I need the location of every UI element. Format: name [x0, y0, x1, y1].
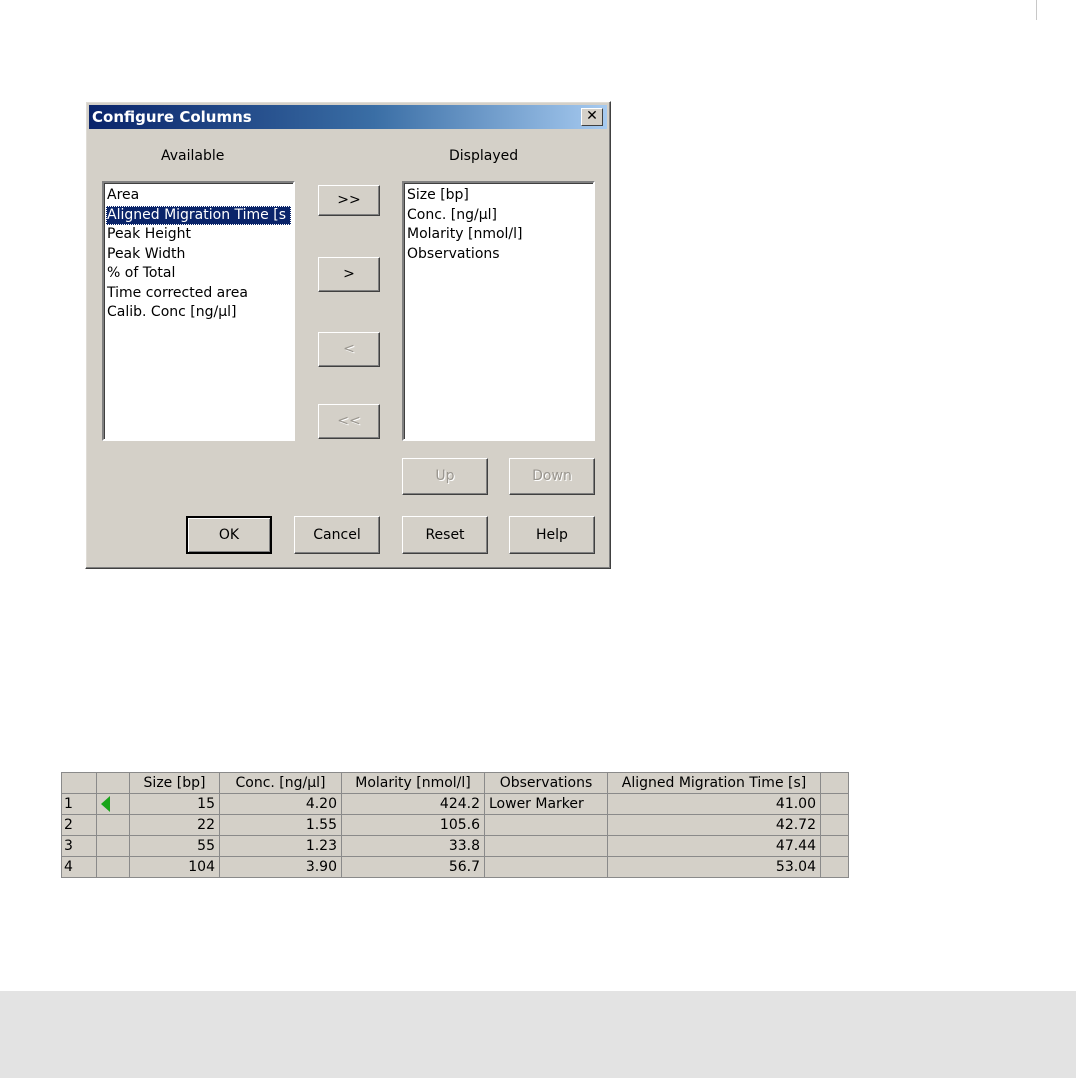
size-cell: 104: [129, 856, 220, 878]
displayed-item-observations[interactable]: Observations: [406, 245, 591, 265]
table-header-row: Size [bp] Conc. [ng/µl] Molarity [nmol/l…: [61, 772, 849, 794]
row-marker-cell: [96, 814, 130, 836]
available-item-peak-width[interactable]: Peak Width: [106, 245, 291, 265]
add-all-button[interactable]: >>: [318, 185, 380, 216]
available-item-peak-height[interactable]: Peak Height: [106, 225, 291, 245]
cancel-button[interactable]: Cancel: [294, 516, 380, 554]
molarity-cell: 56.7: [341, 856, 485, 878]
page-divider: [1036, 0, 1037, 20]
available-item-aligned-migration-time[interactable]: Aligned Migration Time [s: [106, 205, 291, 225]
size-cell: 22: [129, 814, 220, 836]
ok-button[interactable]: OK: [186, 516, 272, 554]
row-index[interactable]: 1: [61, 793, 97, 815]
conc-cell: 4.20: [219, 793, 342, 815]
row-marker-cell: [96, 793, 130, 815]
displayed-item-size[interactable]: Size [bp]: [406, 186, 591, 206]
displayed-item-molarity[interactable]: Molarity [nmol/l]: [406, 225, 591, 245]
close-icon[interactable]: ✕: [581, 108, 603, 126]
available-listbox[interactable]: Area Aligned Migration Time [s Peak Heig…: [102, 181, 295, 441]
table-row[interactable]: 1 15 4.20 424.2 Lower Marker 41.00: [61, 793, 849, 815]
filler-cell: [820, 835, 849, 857]
row-index[interactable]: 4: [61, 856, 97, 878]
row-marker-cell: [96, 835, 130, 857]
observations-cell: [484, 856, 608, 878]
size-cell: 15: [129, 793, 220, 815]
conc-cell: 1.55: [219, 814, 342, 836]
size-cell: 55: [129, 835, 220, 857]
column-header-marker[interactable]: [96, 772, 130, 794]
displayed-item-conc[interactable]: Conc. [ng/µl]: [406, 206, 591, 226]
help-button[interactable]: Help: [509, 516, 595, 554]
column-header-observations[interactable]: Observations: [484, 772, 608, 794]
reset-button[interactable]: Reset: [402, 516, 488, 554]
available-label: Available: [161, 148, 225, 164]
up-button[interactable]: Up: [402, 458, 488, 495]
column-header-aligned-migration-time[interactable]: Aligned Migration Time [s]: [607, 772, 821, 794]
conc-cell: 1.23: [219, 835, 342, 857]
conc-cell: 3.90: [219, 856, 342, 878]
column-header-filler: [820, 772, 849, 794]
displayed-label: Displayed: [449, 148, 519, 164]
available-item-area[interactable]: Area: [106, 186, 291, 206]
dialog-title: Configure Columns: [92, 108, 252, 126]
remove-all-button[interactable]: <<: [318, 404, 380, 439]
remove-button[interactable]: <: [318, 332, 380, 367]
aligned-migration-time-cell: 47.44: [607, 835, 821, 857]
table-row[interactable]: 2 22 1.55 105.6 42.72: [61, 814, 849, 836]
row-marker-cell: [96, 856, 130, 878]
table-row[interactable]: 3 55 1.23 33.8 47.44: [61, 835, 849, 857]
table-row[interactable]: 4 104 3.90 56.7 53.04: [61, 856, 849, 878]
column-header-index[interactable]: [61, 772, 97, 794]
results-table: Size [bp] Conc. [ng/µl] Molarity [nmol/l…: [61, 772, 849, 878]
lower-marker-icon: [101, 796, 110, 812]
column-header-molarity[interactable]: Molarity [nmol/l]: [341, 772, 485, 794]
add-button[interactable]: >: [318, 257, 380, 292]
aligned-migration-time-cell: 41.00: [607, 793, 821, 815]
observations-cell: Lower Marker: [484, 793, 608, 815]
molarity-cell: 33.8: [341, 835, 485, 857]
available-item-calib-conc[interactable]: Calib. Conc [ng/µl]: [106, 303, 291, 323]
filler-cell: [820, 856, 849, 878]
down-button[interactable]: Down: [509, 458, 595, 495]
row-index[interactable]: 2: [61, 814, 97, 836]
configure-columns-dialog: Configure Columns ✕ Available Displayed …: [85, 101, 611, 569]
filler-cell: [820, 814, 849, 836]
filler-cell: [820, 793, 849, 815]
displayed-listbox[interactable]: Size [bp] Conc. [ng/µl] Molarity [nmol/l…: [402, 181, 595, 441]
molarity-cell: 424.2: [341, 793, 485, 815]
aligned-migration-time-cell: 53.04: [607, 856, 821, 878]
molarity-cell: 105.6: [341, 814, 485, 836]
column-header-size[interactable]: Size [bp]: [129, 772, 220, 794]
column-header-conc[interactable]: Conc. [ng/µl]: [219, 772, 342, 794]
available-item-percent-of-total[interactable]: % of Total: [106, 264, 291, 284]
observations-cell: [484, 814, 608, 836]
observations-cell: [484, 835, 608, 857]
aligned-migration-time-cell: 42.72: [607, 814, 821, 836]
row-index[interactable]: 3: [61, 835, 97, 857]
available-item-time-corrected-area[interactable]: Time corrected area: [106, 284, 291, 304]
dialog-titlebar[interactable]: Configure Columns ✕: [89, 105, 607, 129]
footer-bar: [0, 991, 1076, 1078]
